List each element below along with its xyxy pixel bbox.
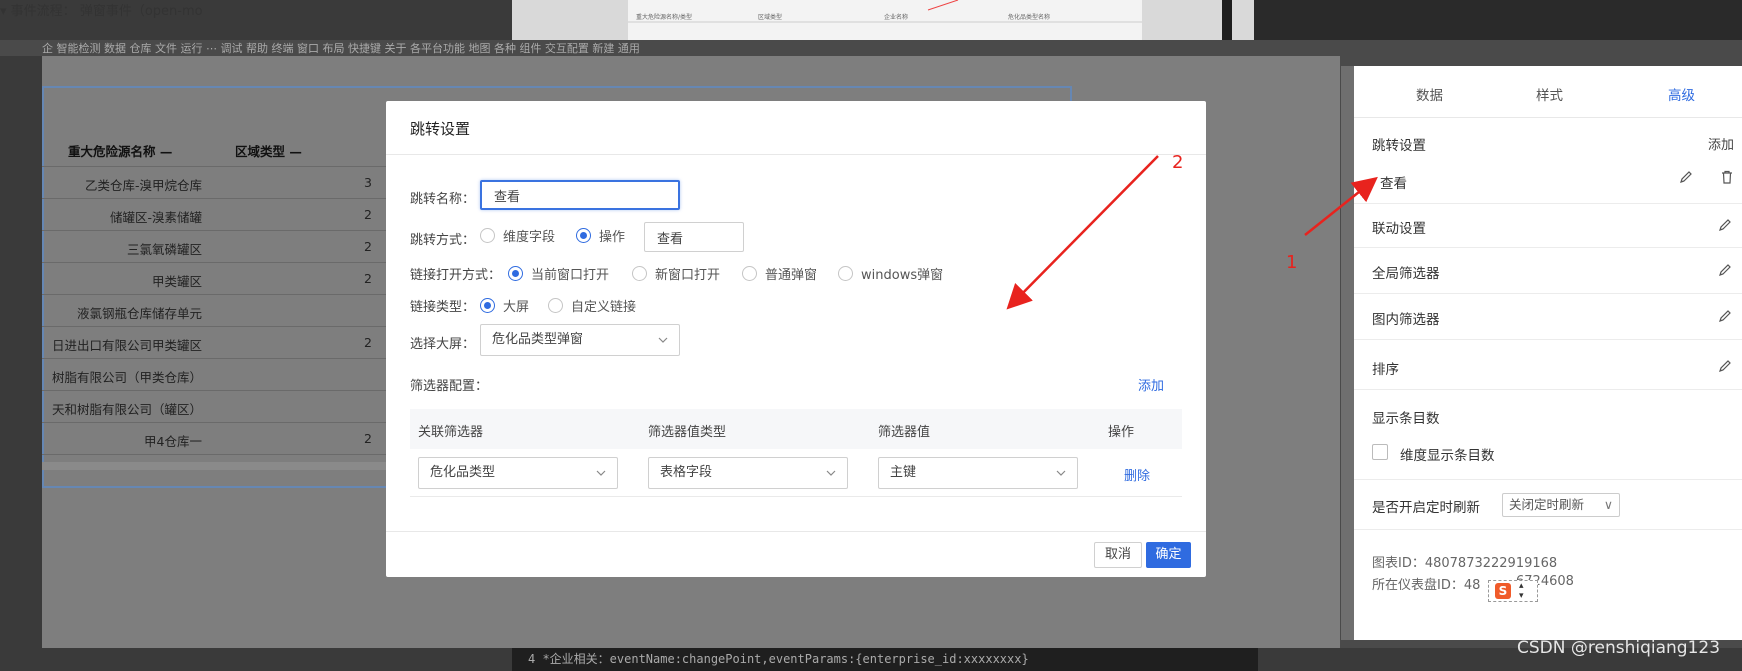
annotation-arrows — [1006, 155, 1378, 310]
annotation-number-2: 2 — [1172, 152, 1184, 173]
annotation-number-1: 1 — [1286, 252, 1298, 273]
arrow-2 — [1006, 155, 1159, 310]
arrow-1 — [1304, 176, 1378, 236]
csdn-watermark: CSDN @renshiqiang123 — [1517, 638, 1721, 658]
